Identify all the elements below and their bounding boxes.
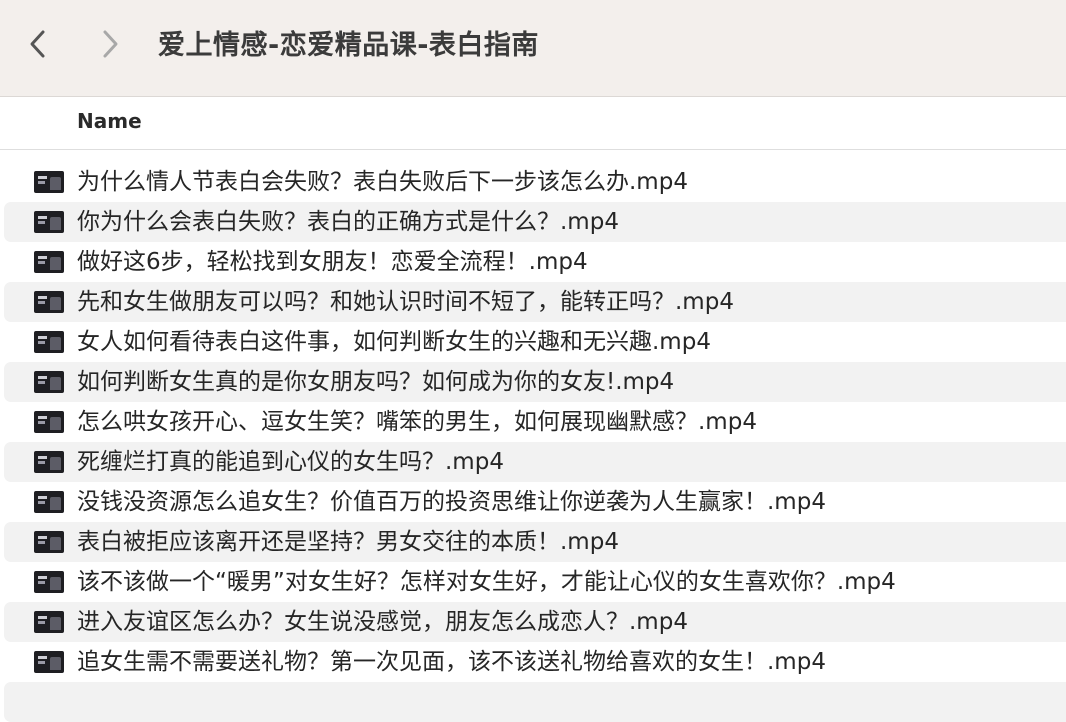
file-row[interactable]: 死缠烂打真的能追到心仪的女生吗？.mp4 [4, 442, 1066, 482]
file-name: 怎么哄女孩开心、逗女生笑？嘴笨的男生，如何展现幽默感？.mp4 [77, 409, 757, 435]
window-title: 爱上情感-恋爱精品课-表白指南 [158, 30, 539, 61]
video-thumbnail-icon [34, 651, 64, 673]
video-thumbnail-icon [34, 531, 64, 553]
file-row[interactable]: 为什么情人节表白会失败？表白失败后下一步该怎么办.mp4 [4, 162, 1066, 202]
video-thumbnail-icon [34, 411, 64, 433]
file-row[interactable]: 怎么哄女孩开心、逗女生笑？嘴笨的男生，如何展现幽默感？.mp4 [4, 402, 1066, 442]
forward-button[interactable] [90, 24, 130, 64]
video-thumbnail-icon [34, 611, 64, 633]
video-thumbnail-icon [34, 451, 64, 473]
file-row[interactable]: 表白被拒应该离开还是坚持？男女交往的本质！.mp4 [4, 522, 1066, 562]
chevron-left-icon [30, 30, 45, 58]
video-thumbnail-icon [34, 491, 64, 513]
file-name: 该不该做一个“暖男”对女生好？怎样对女生好，才能让心仪的女生喜欢你？.mp4 [77, 569, 896, 595]
file-name: 追女生需不需要送礼物？第一次见面，该不该送礼物给喜欢的女生！.mp4 [77, 649, 826, 675]
file-row[interactable]: 没钱没资源怎么追女生？价值百万的投资思维让你逆袭为人生赢家！.mp4 [4, 482, 1066, 522]
file-name: 你为什么会表白失败？表白的正确方式是什么？.mp4 [77, 209, 619, 235]
column-header-name[interactable]: Name [77, 109, 142, 133]
file-name: 死缠烂打真的能追到心仪的女生吗？.mp4 [77, 449, 504, 475]
video-thumbnail-icon [34, 371, 64, 393]
finder-window: 爱上情感-恋爱精品课-表白指南 Name 为什么情人节表白会失败？表白失败后下一… [0, 0, 1066, 722]
video-thumbnail-icon [34, 211, 64, 233]
file-row[interactable]: 你为什么会表白失败？表白的正确方式是什么？.mp4 [4, 202, 1066, 242]
empty-row [4, 682, 1066, 722]
file-name: 表白被拒应该离开还是坚持？男女交往的本质！.mp4 [77, 529, 619, 555]
file-name: 没钱没资源怎么追女生？价值百万的投资思维让你逆袭为人生赢家！.mp4 [77, 489, 826, 515]
video-thumbnail-icon [34, 291, 64, 313]
toolbar: 爱上情感-恋爱精品课-表白指南 [0, 0, 1066, 97]
video-thumbnail-icon [34, 171, 64, 193]
file-row[interactable]: 该不该做一个“暖男”对女生好？怎样对女生好，才能让心仪的女生喜欢你？.mp4 [4, 562, 1066, 602]
file-name: 为什么情人节表白会失败？表白失败后下一步该怎么办.mp4 [77, 169, 688, 195]
video-thumbnail-icon [34, 331, 64, 353]
file-list: 为什么情人节表白会失败？表白失败后下一步该怎么办.mp4 你为什么会表白失败？表白… [0, 162, 1066, 722]
chevron-right-icon [103, 30, 118, 58]
column-header-row: Name [0, 97, 1066, 150]
file-row[interactable]: 做好这6步，轻松找到女朋友！恋爱全流程！.mp4 [4, 242, 1066, 282]
file-name: 先和女生做朋友可以吗？和她认识时间不短了，能转正吗？.mp4 [77, 289, 734, 315]
file-row[interactable]: 女人如何看待表白这件事，如何判断女生的兴趣和无兴趣.mp4 [4, 322, 1066, 362]
file-row[interactable]: 如何判断女生真的是你女朋友吗？如何成为你的女友!.mp4 [4, 362, 1066, 402]
file-row[interactable]: 追女生需不需要送礼物？第一次见面，该不该送礼物给喜欢的女生！.mp4 [4, 642, 1066, 682]
file-row[interactable]: 先和女生做朋友可以吗？和她认识时间不短了，能转正吗？.mp4 [4, 282, 1066, 322]
video-thumbnail-icon [34, 571, 64, 593]
video-thumbnail-icon [34, 251, 64, 273]
file-row[interactable]: 进入友谊区怎么办？女生说没感觉，朋友怎么成恋人？.mp4 [4, 602, 1066, 642]
file-name: 进入友谊区怎么办？女生说没感觉，朋友怎么成恋人？.mp4 [77, 609, 688, 635]
back-button[interactable] [18, 24, 58, 64]
file-name: 女人如何看待表白这件事，如何判断女生的兴趣和无兴趣.mp4 [77, 329, 711, 355]
file-name: 如何判断女生真的是你女朋友吗？如何成为你的女友!.mp4 [77, 369, 675, 395]
file-name: 做好这6步，轻松找到女朋友！恋爱全流程！.mp4 [77, 249, 588, 275]
